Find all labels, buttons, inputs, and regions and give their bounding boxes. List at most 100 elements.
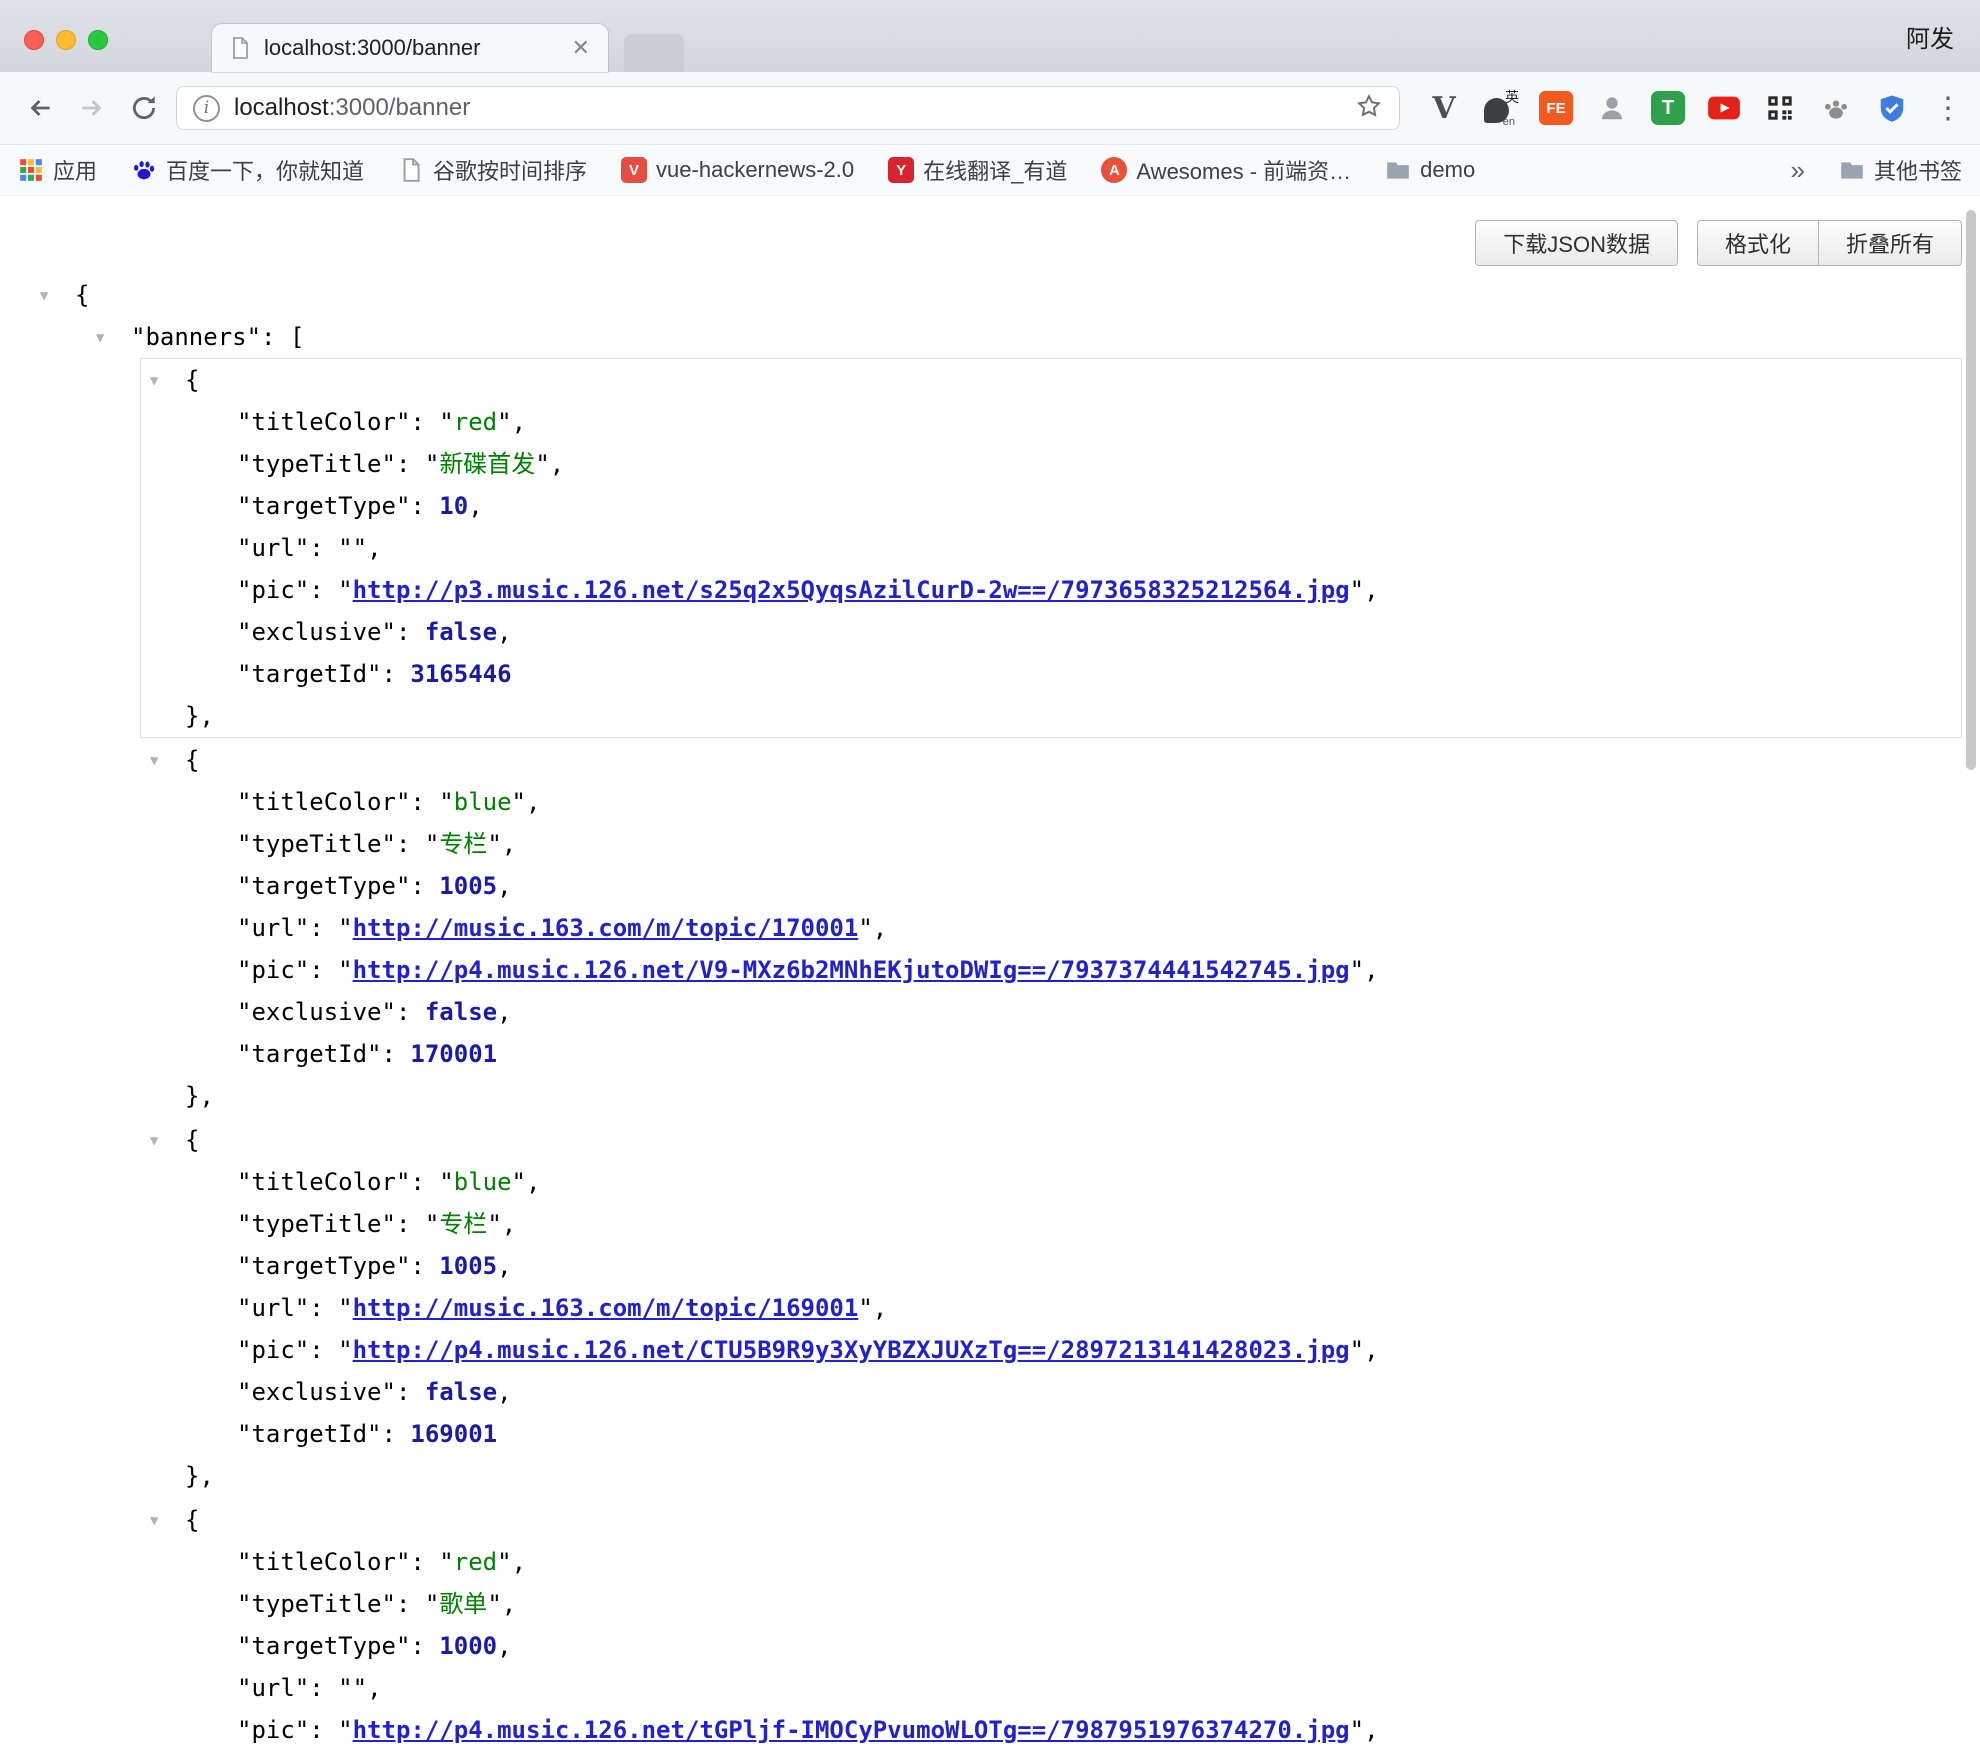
bookmark-label: 在线翻译_有道 xyxy=(923,154,1067,186)
bookmark-vue-hackernews[interactable]: V vue-hackernews-2.0 xyxy=(621,157,854,183)
translate-badge: 英 xyxy=(1505,87,1519,107)
bookmark-baidu[interactable]: 百度一下，你就知道 xyxy=(131,154,364,186)
bookmark-apps[interactable]: 应用 xyxy=(18,154,97,186)
page-icon xyxy=(398,157,424,183)
browser-tab[interactable]: localhost:3000/banner ✕ xyxy=(212,24,608,72)
new-tab-button[interactable] xyxy=(624,34,684,72)
json-line: "exclusive": false, xyxy=(141,991,1961,1033)
json-line: }, xyxy=(141,1075,1961,1117)
qrcode-extension-icon[interactable] xyxy=(1762,90,1798,126)
json-url-link[interactable]: http://p4.music.126.net/CTU5B9R9y3XyYBZX… xyxy=(353,1336,1350,1364)
tab-title: localhost:3000/banner xyxy=(264,35,570,61)
json-line: "pic": "http://p4.music.126.net/tGPljf-I… xyxy=(141,1709,1961,1751)
translate-extension-icon[interactable]: 英 en xyxy=(1482,90,1518,126)
bookmark-label: vue-hackernews-2.0 xyxy=(656,157,854,183)
bookmark-folder-demo[interactable]: demo xyxy=(1385,157,1475,183)
baidu-paw-icon xyxy=(131,157,157,183)
json-line: "targetId": 169001 xyxy=(141,1413,1961,1455)
bookmark-star-icon[interactable] xyxy=(1355,92,1383,125)
json-line: "targetType": 10, xyxy=(141,485,1961,527)
json-url-link[interactable]: http://music.163.com/m/topic/169001 xyxy=(353,1294,859,1322)
apps-grid-icon xyxy=(18,157,44,183)
bookmark-label: 谷歌按时间排序 xyxy=(433,154,587,186)
json-url-link[interactable]: http://p4.music.126.net/tGPljf-IMOCyPvum… xyxy=(353,1716,1350,1744)
fe-extension-icon[interactable]: FE xyxy=(1538,90,1574,126)
url-path: :3000/banner xyxy=(329,94,470,121)
bookmark-youdao[interactable]: Y 在线翻译_有道 xyxy=(888,154,1067,186)
reload-button[interactable] xyxy=(118,82,170,134)
shield-extension-icon[interactable] xyxy=(1874,90,1910,126)
address-bar[interactable]: i localhost:3000/banner xyxy=(176,86,1400,130)
green-extension-icon[interactable]: T xyxy=(1650,90,1686,126)
bookmarks-overflow-chevron[interactable]: » xyxy=(1791,155,1805,186)
minimize-window-button[interactable] xyxy=(56,30,76,50)
json-line: "targetId": 3165446 xyxy=(141,653,1961,695)
bookmark-label: Awesomes - 前端资… xyxy=(1136,154,1351,186)
json-line: "pic": "http://p3.music.126.net/s25q2x5Q… xyxy=(141,569,1961,611)
json-line: "exclusive": false, xyxy=(141,611,1961,653)
collapse-all-button[interactable]: 折叠所有 xyxy=(1818,220,1962,266)
json-line: "pic": "http://p4.music.126.net/CTU5B9R9… xyxy=(141,1329,1961,1371)
collapse-toggle-icon[interactable]: ▼ xyxy=(40,275,48,317)
json-line: "url": "", xyxy=(141,527,1961,569)
json-object: ▼{"titleColor": "blue","typeTitle": "专栏"… xyxy=(140,738,1962,1118)
url-text: localhost:3000/banner xyxy=(234,94,1355,122)
bookmark-label: 应用 xyxy=(53,154,97,186)
json-line: ▼{ xyxy=(0,274,1980,316)
json-object: ▼{"titleColor": "red","typeTitle": "新碟首发… xyxy=(140,358,1962,738)
translate-sub-badge: en xyxy=(1503,116,1515,128)
youtube-extension-icon[interactable] xyxy=(1706,90,1742,126)
bookmark-label: demo xyxy=(1420,157,1475,183)
collapse-toggle-icon[interactable]: ▼ xyxy=(150,1120,158,1162)
folder-icon xyxy=(1839,157,1865,183)
vimium-extension-icon[interactable]: V xyxy=(1426,90,1462,126)
awesomes-icon: A xyxy=(1101,157,1127,183)
json-line: ▼{ xyxy=(141,359,1961,401)
forward-button[interactable] xyxy=(66,82,118,134)
json-line: "url": "", xyxy=(141,1667,1961,1709)
jsonview-toolbar: 下载JSON数据 格式化 折叠所有 xyxy=(0,196,1980,266)
json-line: "typeTitle": "专栏", xyxy=(141,1203,1961,1245)
json-line: "titleColor": "blue", xyxy=(141,1161,1961,1203)
json-line: "titleColor": "blue", xyxy=(141,781,1961,823)
collapse-toggle-icon[interactable]: ▼ xyxy=(150,1500,158,1542)
bookmark-google-sort[interactable]: 谷歌按时间排序 xyxy=(398,154,587,186)
browser-menu-button[interactable]: ⋮ xyxy=(1930,90,1966,126)
tab-close-icon[interactable]: ✕ xyxy=(570,35,592,61)
collapse-toggle-icon[interactable]: ▼ xyxy=(96,317,104,359)
json-line: "titleColor": "red", xyxy=(141,1541,1961,1583)
collapse-toggle-icon[interactable]: ▼ xyxy=(150,360,158,402)
json-line: ▼"banners": [ xyxy=(0,316,1980,358)
page-info-icon[interactable]: i xyxy=(193,95,220,122)
json-url-link[interactable]: http://music.163.com/m/topic/170001 xyxy=(353,914,859,942)
bookmark-awesomes[interactable]: A Awesomes - 前端资… xyxy=(1101,154,1351,186)
json-url-link[interactable]: http://p4.music.126.net/V9-MXz6b2MNhEKju… xyxy=(353,956,1350,984)
other-bookmarks[interactable]: 其他书签 xyxy=(1839,154,1962,186)
scrollbar-thumb[interactable] xyxy=(1966,210,1976,770)
download-json-button[interactable]: 下载JSON数据 xyxy=(1475,220,1678,266)
window-controls xyxy=(24,30,108,50)
other-bookmarks-label: 其他书签 xyxy=(1874,154,1962,186)
youdao-icon: Y xyxy=(888,157,914,183)
zoom-window-button[interactable] xyxy=(88,30,108,50)
json-line: "pic": "http://p4.music.126.net/V9-MXz6b… xyxy=(141,949,1961,991)
json-line: "typeTitle": "专栏", xyxy=(141,823,1961,865)
json-line: "typeTitle": "新碟首发", xyxy=(141,443,1961,485)
vue-icon: V xyxy=(621,157,647,183)
close-window-button[interactable] xyxy=(24,30,44,50)
paw-extension-icon[interactable] xyxy=(1818,90,1854,126)
json-line: "titleColor": "red", xyxy=(141,401,1961,443)
json-url-link[interactable]: http://p3.music.126.net/s25q2x5QyqsAzilC… xyxy=(353,576,1350,604)
back-button[interactable] xyxy=(14,82,66,134)
bookmarks-bar: 应用 百度一下，你就知道 谷歌按时间排序 V vue-hackernews-2.… xyxy=(0,145,1980,196)
bookmark-label: 百度一下，你就知道 xyxy=(166,154,364,186)
format-button[interactable]: 格式化 xyxy=(1697,220,1819,266)
json-line: "typeTitle": "歌单", xyxy=(141,1583,1961,1625)
json-line: ▼{ xyxy=(141,739,1961,781)
collapse-toggle-icon[interactable]: ▼ xyxy=(150,740,158,782)
json-line: "url": "http://music.163.com/m/topic/169… xyxy=(141,1287,1961,1329)
page-content: 下载JSON数据 格式化 折叠所有 ▼{▼"banners": [▼{"titl… xyxy=(0,196,1980,1752)
json-line: }, xyxy=(141,1455,1961,1497)
octotree-extension-icon[interactable] xyxy=(1594,90,1630,126)
json-line: "exclusive": false, xyxy=(141,1371,1961,1413)
